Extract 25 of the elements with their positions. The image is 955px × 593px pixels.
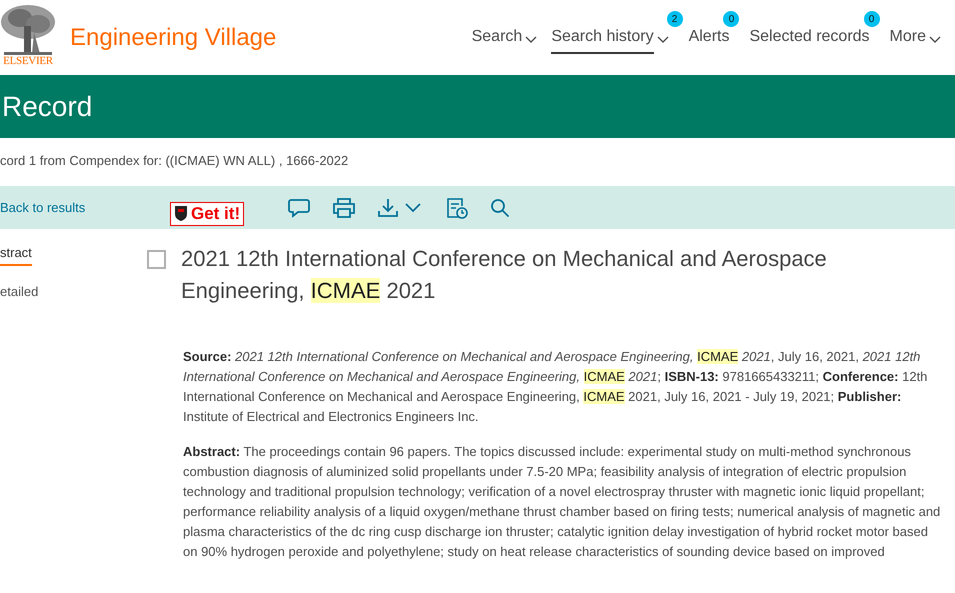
comment-icon[interactable] — [288, 198, 310, 218]
record-title: 2021 12th International Conference on Mechanical and Aerospace Engineering, ICMAE 2021 — [181, 245, 828, 305]
print-icon[interactable] — [332, 196, 356, 218]
search-description: cord 1 from Compendex for: ((ICMAE) WN ALL) , 1666-2022 — [0, 152, 350, 170]
record-checkbox[interactable] — [147, 250, 166, 269]
source-details: Source: 2021 12th International Conference on Mechanical and Aerospace Engineering, ICMAE 2021, July 16, 2021, 2021 12th International Conference on Mechanical and Aerospace Engineering, ICMAE 2021; ISBN-13: 9781665433211; Conference: 12th International Conference on Mechanical and Aerospace Engineering, ICMAE 2021, July 16, 2021 - July 19, 2021; Publisher: Institute of Electrical and Electronics Engineers Inc. — [183, 348, 928, 426]
count-badge: 0 — [723, 11, 740, 27]
tree-logo-icon — [0, 4, 56, 56]
nav-link[interactable]: Search — [472, 25, 522, 54]
back-link[interactable]: Back to results — [0, 198, 170, 218]
publisher-logo: ELSEVIER — [3, 56, 53, 66]
abstract-text: Abstract: The proceedings contain 96 papers. The topics discussed include: experimental study on multi-method synchronous combustion diagnosis of aluminized solid propellants under 7.5-20 MPa; feasibility analysis of integration of electric propulsion technology and traditional propulsion technology; verification of a novel electrospray thruster with magnetic ionic liquid propellant; performance reliability analysis of a liquid oxygen/methane thrust chamber based on firing tests; numerical analysis of magnetic and plasma characteristics of the dc ring cusp discharge ion thruster; catalytic ignition delay investigation of hybrid rocket motor based on 90% hydrogen peroxide and polyethylene; study on heat release characteristics of sounding device based on improved — [183, 443, 941, 561]
nav-link[interactable]: More — [890, 25, 926, 54]
section-tab[interactable]: etailed — [0, 282, 38, 304]
search-icon[interactable] — [490, 198, 510, 218]
shield-icon — [174, 205, 188, 222]
section-tab[interactable]: stract — [0, 243, 32, 266]
nav-link[interactable]: Alerts — [688, 25, 730, 54]
nav-link[interactable]: Selected records — [749, 25, 870, 54]
count-badge: 0 — [864, 11, 880, 27]
page-title: Record — [2, 90, 92, 124]
get-it-button[interactable]: Get it! — [170, 202, 244, 226]
count-badge: 2 — [666, 11, 683, 27]
nav-link[interactable]: Search history — [551, 25, 654, 54]
history-icon[interactable] — [446, 196, 468, 218]
